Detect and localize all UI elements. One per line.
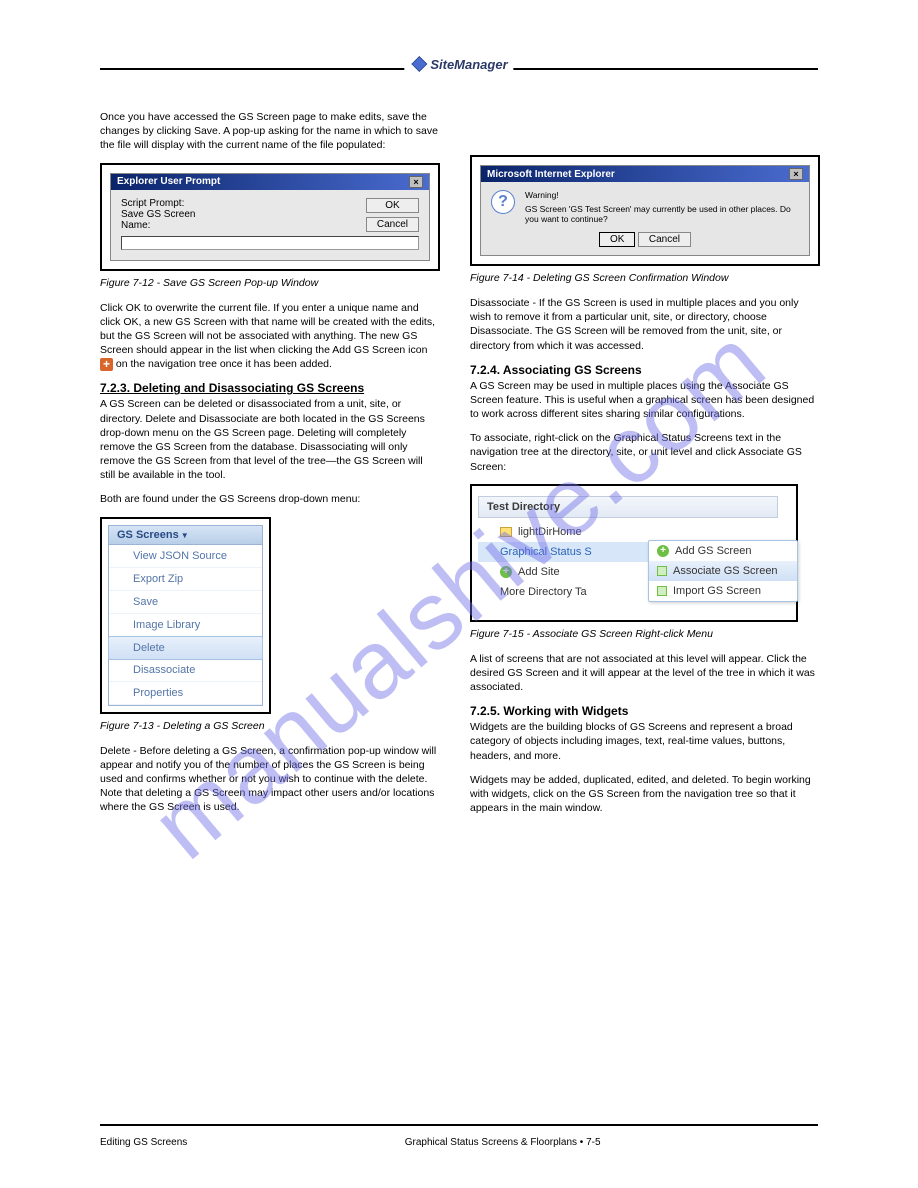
brand-icon: [410, 55, 428, 73]
menu-item-export-zip[interactable]: Export Zip: [109, 568, 262, 591]
dialog-title: Microsoft Internet Explorer: [487, 169, 615, 180]
associate-icon: [657, 566, 667, 576]
ok-button[interactable]: OK: [599, 232, 635, 247]
add-gs-icon: +: [100, 358, 113, 371]
figure-7-12-frame: Explorer User Prompt × Script Prompt: Sa…: [100, 163, 440, 271]
chevron-down-icon: ▼: [181, 531, 189, 540]
menu-item-view-json[interactable]: View JSON Source: [109, 545, 262, 568]
submenu-associate-gs[interactable]: Associate GS Screen: [649, 561, 797, 581]
figure-7-14-frame: Microsoft Internet Explorer × ? Warning!…: [470, 155, 820, 266]
ie-warning-dialog: Microsoft Internet Explorer × ? Warning!…: [480, 165, 810, 256]
left-para1: Once you have accessed the GS Screen pag…: [100, 110, 440, 153]
figure-7-14-caption: Figure 7-14 - Deleting GS Screen Confirm…: [470, 272, 820, 284]
left-para2: Click OK to overwrite the current file. …: [100, 301, 440, 372]
right-para6: Widgets may be added, duplicated, edited…: [470, 773, 820, 816]
right-column: Microsoft Internet Explorer × ? Warning!…: [470, 110, 820, 1108]
submenu-import-gs[interactable]: Import GS Screen: [649, 581, 797, 601]
cancel-button[interactable]: Cancel: [638, 232, 691, 247]
close-icon[interactable]: ×: [409, 176, 423, 188]
test-directory-panel: Test Directory lightDirHome Graphical St…: [478, 496, 778, 602]
question-icon: ?: [491, 190, 515, 214]
brand-logo: SiteManager: [404, 55, 513, 73]
right-para3: To associate, right-click on the Graphic…: [470, 431, 820, 474]
right-para5: Widgets are the building blocks of GS Sc…: [470, 720, 820, 763]
submenu-add-gs[interactable]: + Add GS Screen: [649, 541, 797, 561]
right-para2: A GS Screen may be used in multiple plac…: [470, 379, 820, 422]
gs-menu-header[interactable]: GS Screens▼: [109, 526, 262, 545]
section-7-2-4-heading: 7.2.4. Associating GS Screens: [470, 363, 820, 377]
gs-screens-menu: GS Screens▼ View JSON Source Export Zip …: [108, 525, 263, 706]
tree-item-lightdirhome[interactable]: lightDirHome: [478, 522, 778, 542]
right-para1: Disassociate - If the GS Screen is used …: [470, 296, 820, 353]
left-para4: Both are found under the GS Screens drop…: [100, 492, 440, 506]
plus-circle-icon: +: [657, 545, 669, 557]
cancel-button[interactable]: Cancel: [366, 217, 419, 232]
folder-icon: [500, 527, 512, 537]
footer-center: Graphical Status Screens & Floorplans • …: [187, 1137, 818, 1148]
left-para5: Delete - Before deleting a GS Screen, a …: [100, 744, 440, 815]
ok-button[interactable]: OK: [366, 198, 419, 213]
section-7-2-5-heading: 7.2.5. Working with Widgets: [470, 704, 820, 718]
brand-text: SiteManager: [430, 57, 507, 72]
menu-item-delete[interactable]: Delete: [108, 636, 263, 660]
page-footer: Editing GS Screens Graphical Status Scre…: [100, 1137, 818, 1148]
right-para4: A list of screens that are not associate…: [470, 652, 820, 695]
context-submenu: + Add GS Screen Associate GS Screen Impo…: [648, 540, 798, 602]
warning-label: Warning!: [525, 190, 799, 200]
save-label-line1: Save GS Screen: [121, 209, 356, 220]
left-column: Once you have accessed the GS Screen pag…: [100, 110, 440, 1108]
left-para3: A GS Screen can be deleted or disassocia…: [100, 397, 440, 482]
plus-circle-icon: +: [500, 566, 512, 578]
menu-item-image-library[interactable]: Image Library: [109, 614, 262, 637]
figure-7-15-frame: Test Directory lightDirHome Graphical St…: [470, 484, 798, 622]
bottom-rule: [100, 1124, 818, 1126]
section-7-2-3-heading: 7.2.3. Deleting and Disassociating GS Sc…: [100, 381, 440, 395]
dialog-title: Explorer User Prompt: [117, 176, 220, 187]
menu-item-disassociate[interactable]: Disassociate: [109, 659, 262, 682]
menu-item-properties[interactable]: Properties: [109, 682, 262, 705]
footer-left: Editing GS Screens: [100, 1137, 187, 1148]
save-label-line2: Name:: [121, 220, 356, 231]
explorer-prompt-dialog: Explorer User Prompt × Script Prompt: Sa…: [110, 173, 430, 261]
figure-7-13-caption: Figure 7-13 - Deleting a GS Screen: [100, 720, 440, 732]
figure-7-12-caption: Figure 7-12 - Save GS Screen Pop-up Wind…: [100, 277, 440, 289]
figure-7-13-frame: GS Screens▼ View JSON Source Export Zip …: [100, 517, 271, 714]
tree-header: Test Directory: [478, 496, 778, 518]
name-input[interactable]: [121, 236, 419, 250]
script-prompt-label: Script Prompt:: [121, 198, 356, 209]
figure-7-15-caption: Figure 7-15 - Associate GS Screen Right-…: [470, 628, 820, 640]
menu-item-save[interactable]: Save: [109, 591, 262, 614]
close-icon[interactable]: ×: [789, 168, 803, 180]
warning-message: GS Screen 'GS Test Screen' may currently…: [525, 204, 799, 224]
import-icon: [657, 586, 667, 596]
